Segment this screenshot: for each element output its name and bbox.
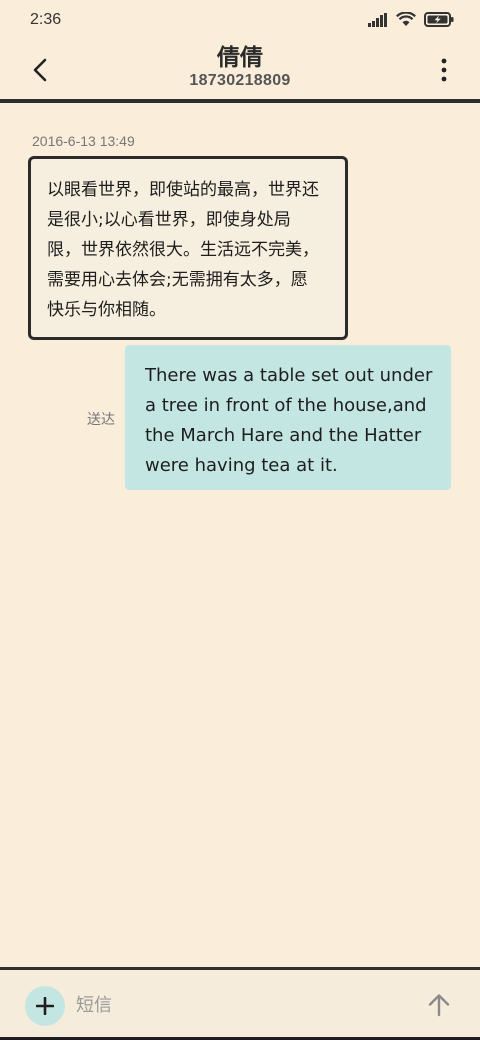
- received-message-bubble[interactable]: 以眼看世界，即使站的最高，世界还是很小;以心看世界，即使身处局限，世界依然很大。…: [28, 156, 348, 340]
- status-bar: 2:36: [0, 0, 480, 40]
- battery-charging-icon: [424, 12, 454, 27]
- status-time: 2:36: [30, 11, 62, 28]
- add-attachment-button[interactable]: [25, 986, 65, 1026]
- delivery-status: 送达: [87, 412, 115, 428]
- message-timestamp: 2016-6-13 13:49: [32, 133, 135, 149]
- status-icons: [368, 12, 454, 27]
- plus-icon: [36, 997, 54, 1015]
- header-divider: [0, 99, 480, 103]
- message-composer: [0, 970, 480, 1040]
- message-input[interactable]: [76, 988, 396, 1022]
- more-vertical-icon: [441, 58, 447, 82]
- signal-icon: [368, 12, 387, 27]
- sent-message-bubble[interactable]: There was a table set out under a tree i…: [125, 345, 451, 490]
- contact-number: 18730218809: [189, 72, 291, 89]
- conversation-header: 倩倩 18730218809: [0, 40, 480, 100]
- more-options-button[interactable]: [434, 56, 454, 84]
- wifi-icon: [396, 12, 416, 26]
- send-button[interactable]: [424, 990, 454, 1020]
- contact-title-block: 倩倩 18730218809: [0, 44, 480, 90]
- contact-name: 倩倩: [217, 45, 263, 71]
- arrow-up-icon: [428, 994, 450, 1017]
